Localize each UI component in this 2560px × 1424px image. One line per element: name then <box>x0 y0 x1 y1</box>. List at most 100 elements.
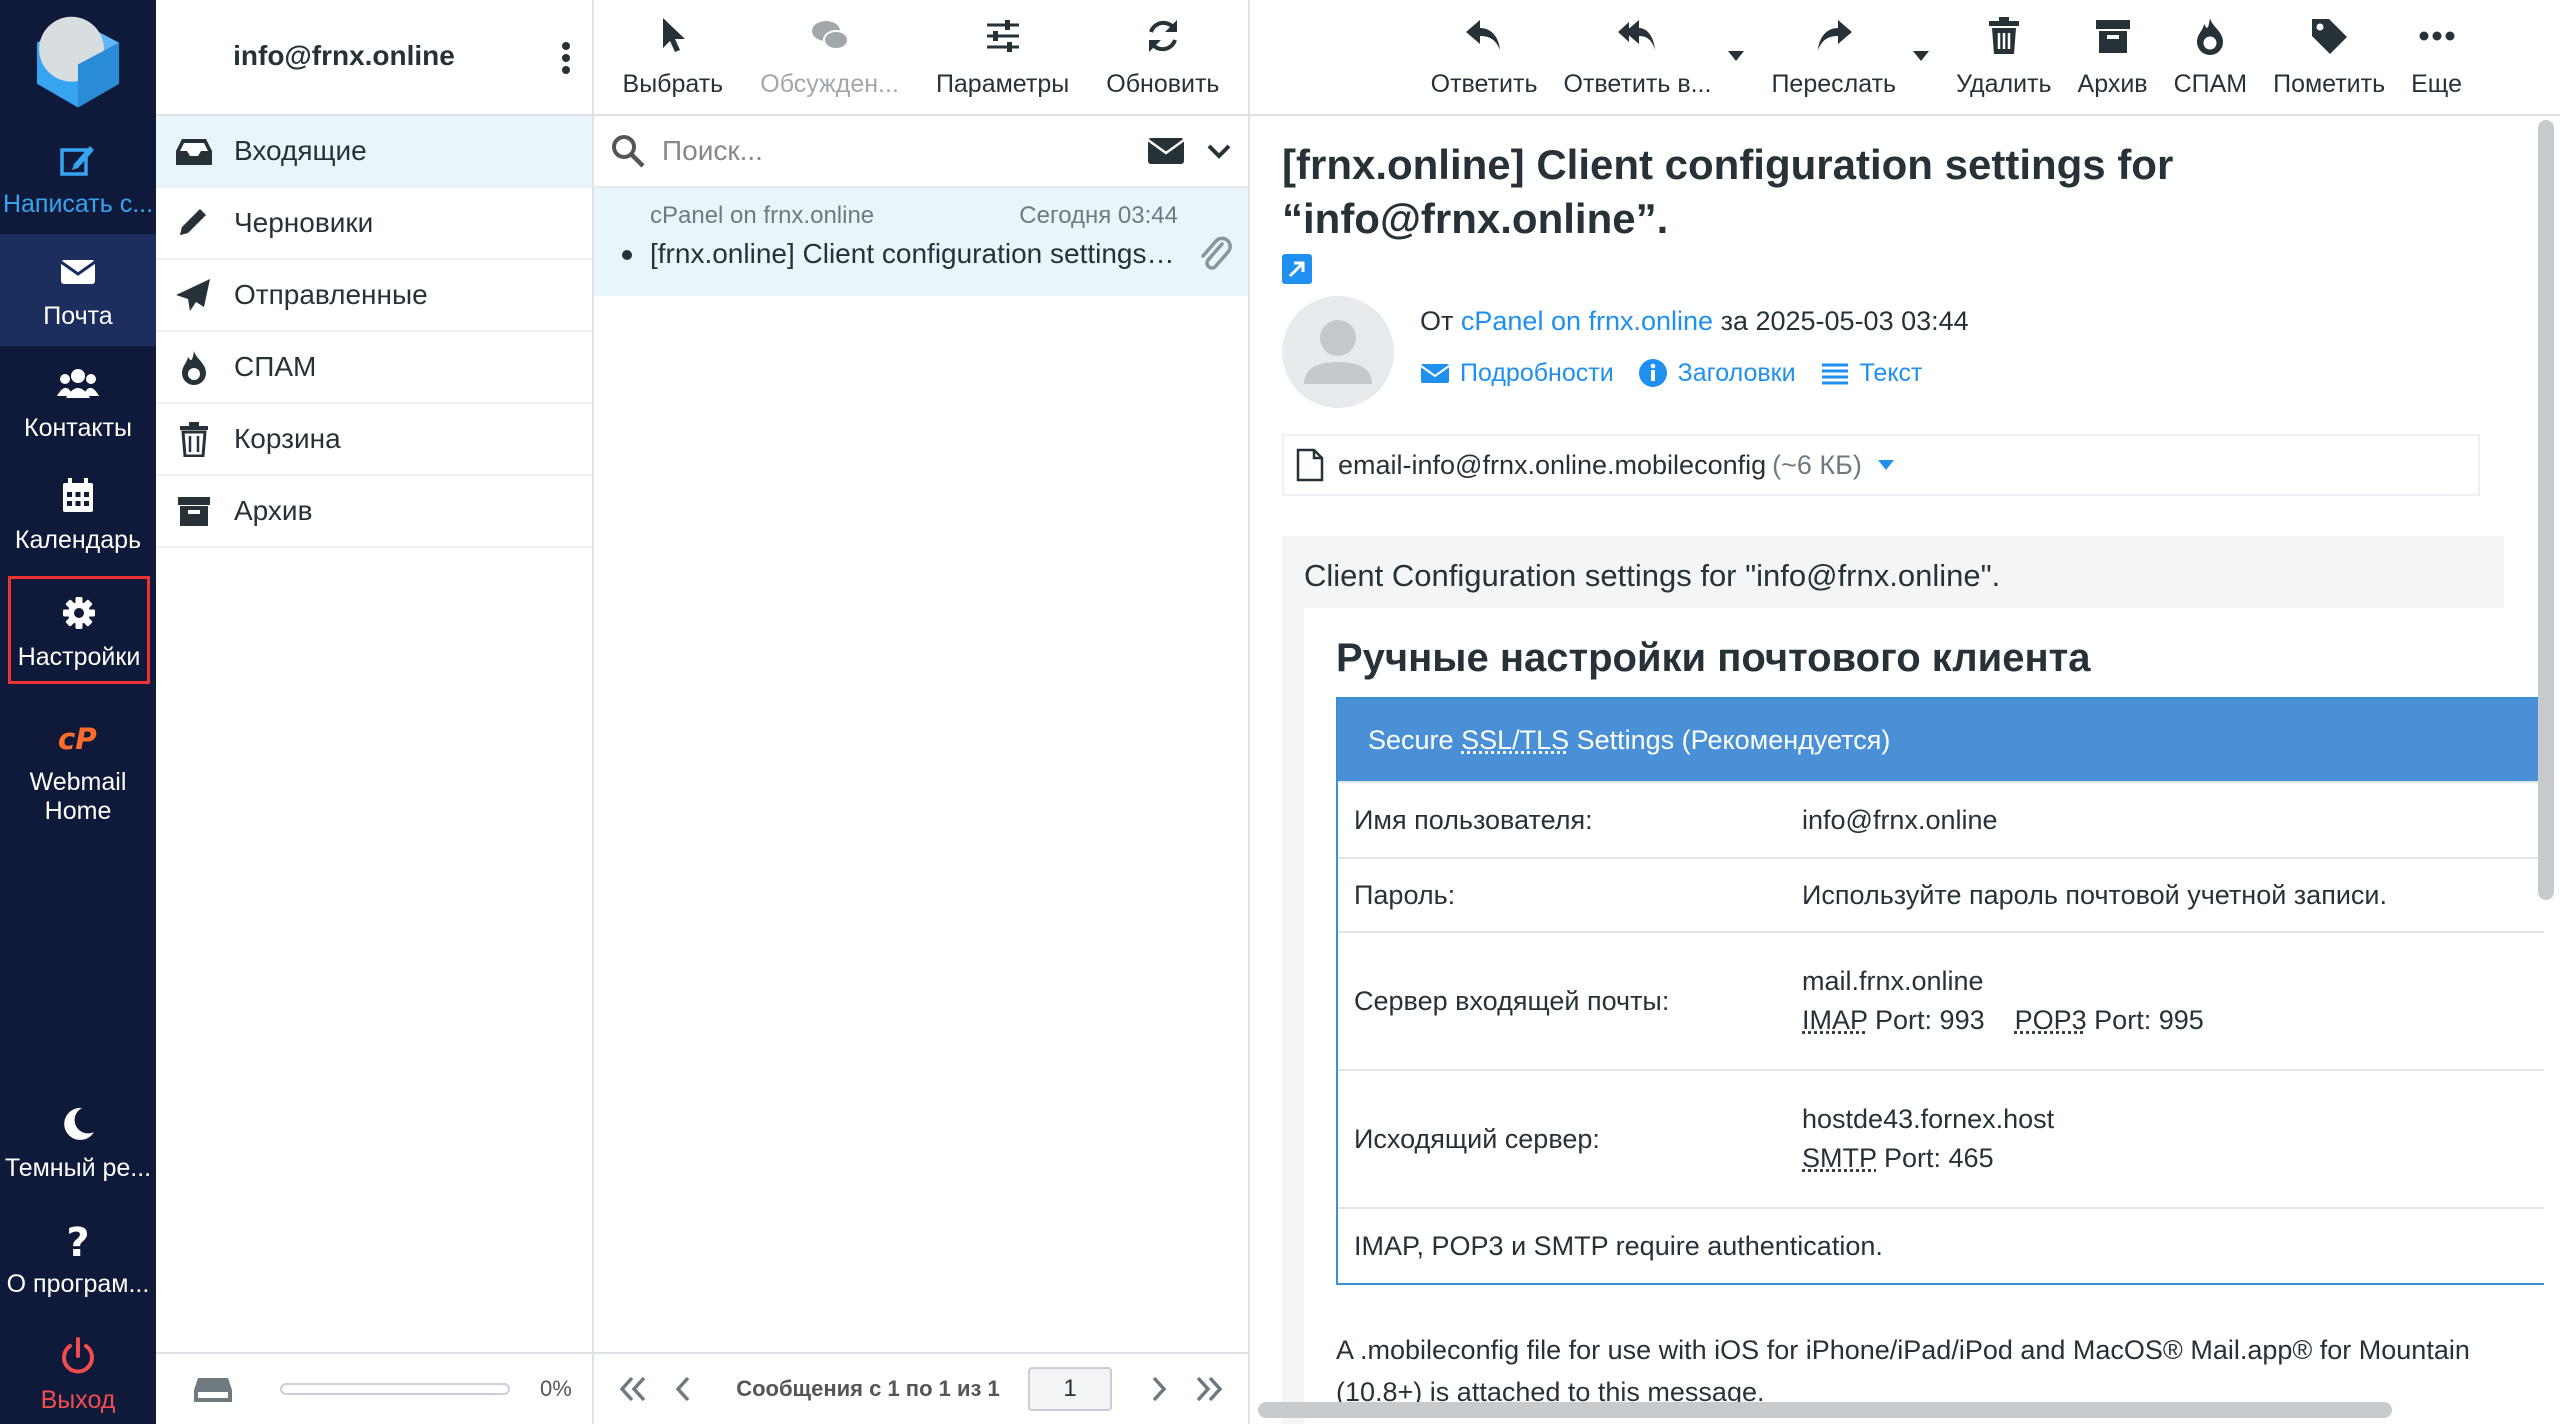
message-date: Сегодня 03:44 <box>1019 202 1178 230</box>
message-header: От cPanel on frnx.online за 2025-05-03 0… <box>1282 296 2504 434</box>
more-button[interactable]: Еще <box>2411 0 2462 114</box>
folder-label: Корзина <box>234 423 341 455</box>
horizontal-scrollbar[interactable] <box>1258 1402 2392 1418</box>
headers-label: Заголовки <box>1678 359 1796 388</box>
nav-about[interactable]: ? О програм... <box>0 1202 156 1314</box>
chevron-down-icon[interactable] <box>1206 138 1232 164</box>
quota-value: 0% <box>540 1376 572 1402</box>
table-row: Пароль: Используйте пароль почтовой учет… <box>1338 857 2544 931</box>
folder-sent[interactable]: Отправленные <box>156 260 592 332</box>
nav-calendar[interactable]: Календарь <box>0 458 156 570</box>
kebab-menu-icon[interactable] <box>556 38 576 78</box>
reply-label: Ответить <box>1431 70 1538 99</box>
search-icon <box>610 133 646 169</box>
headers-link[interactable]: Заголовки <box>1638 358 1796 388</box>
first-page-icon[interactable] <box>616 1374 650 1404</box>
account-name: info@frnx.online <box>156 40 532 72</box>
tag-icon <box>2309 16 2349 56</box>
sender-link[interactable]: cPanel on frnx.online <box>1461 306 1713 336</box>
nav-contacts[interactable]: Контакты <box>0 346 156 458</box>
forward-icon <box>1814 16 1854 56</box>
message-content: [frnx.online] Client configuration setti… <box>1250 116 2532 1394</box>
search-bar[interactable]: Поиск... <box>594 116 1248 188</box>
external-link-icon[interactable] <box>1282 254 1312 284</box>
nav-mail[interactable]: Почта <box>0 234 156 346</box>
dark-mode-toggle[interactable]: Темный ре... <box>0 1086 156 1198</box>
gear-icon <box>57 593 101 633</box>
archive-icon <box>2093 16 2133 56</box>
select-button[interactable]: Выбрать <box>623 0 724 114</box>
delete-button[interactable]: Удалить <box>1956 0 2051 114</box>
search-input[interactable]: Поиск... <box>662 135 763 167</box>
pencil-icon <box>174 205 214 241</box>
question-icon: ? <box>56 1220 100 1260</box>
envelope-icon[interactable] <box>1146 136 1186 166</box>
refresh-button[interactable]: Обновить <box>1106 0 1219 114</box>
pop3-port: Port: 995 <box>2087 1005 2204 1035</box>
reply-all-button[interactable]: Ответить в... <box>1564 0 1712 114</box>
header-links: Подробности Заголовки Текст <box>1420 358 1923 388</box>
logout-button[interactable]: Выход <box>0 1318 156 1424</box>
vertical-scrollbar[interactable] <box>2538 120 2554 900</box>
reply-button[interactable]: Ответить <box>1431 0 1538 114</box>
threads-label: Обсужден... <box>760 70 899 99</box>
message-reader: Ответить Ответить в... Переслать Удалить… <box>1250 0 2560 1424</box>
smtp-port: Port: 465 <box>1877 1143 1994 1173</box>
mark-button[interactable]: Пометить <box>2273 0 2385 114</box>
next-page-icon[interactable] <box>1142 1374 1176 1404</box>
folder-label: Отправленные <box>234 279 428 311</box>
imap-port: Port: 993 <box>1868 1005 1985 1035</box>
caret-down-icon[interactable] <box>1876 458 1896 472</box>
plain-text-link[interactable]: Текст <box>1820 358 1923 388</box>
info-icon <box>1638 358 1668 388</box>
mark-label: Пометить <box>2273 70 2385 99</box>
folder-archive[interactable]: Архив <box>156 476 592 548</box>
dark-mode-label: Темный ре... <box>0 1154 156 1183</box>
power-icon <box>56 1336 100 1376</box>
caret-down-icon[interactable] <box>1912 50 1930 62</box>
roundcube-logo-icon[interactable] <box>24 6 132 114</box>
list-item[interactable]: cPanel on frnx.online Сегодня 03:44 [frn… <box>594 188 1248 296</box>
page-number-input[interactable]: 1 <box>1028 1367 1112 1411</box>
details-link[interactable]: Подробности <box>1420 358 1614 388</box>
password-label: Пароль: <box>1338 859 1802 931</box>
last-page-icon[interactable] <box>1192 1374 1226 1404</box>
folder-trash[interactable]: Корзина <box>156 404 592 476</box>
users-icon <box>56 364 100 404</box>
list-toolbar: Выбрать Обсужден... Параметры Обновить <box>594 0 1248 116</box>
folder-label: СПАМ <box>234 351 316 383</box>
table-row: Имя пользователя: info@frnx.online <box>1338 781 2544 857</box>
forward-button[interactable]: Переслать <box>1771 0 1896 114</box>
pagination: Сообщения с 1 по 1 из 1 1 <box>594 1352 1248 1424</box>
folder-inbox[interactable]: Входящие <box>156 116 592 188</box>
refresh-icon <box>1143 16 1183 56</box>
compose-label: Написать с... <box>0 190 156 219</box>
calendar-icon <box>56 476 100 516</box>
list-options-button[interactable]: Параметры <box>936 0 1069 114</box>
contacts-label: Контакты <box>0 414 156 443</box>
folder-spam[interactable]: СПАМ <box>156 332 592 404</box>
folder-label: Черновики <box>234 207 373 239</box>
prev-page-icon[interactable] <box>666 1374 700 1404</box>
spam-button[interactable]: СПАМ <box>2174 0 2248 114</box>
message-from: cPanel on frnx.online <box>650 202 874 230</box>
compose-button[interactable]: Написать с... <box>0 122 156 234</box>
outgoing-server-host: hostde43.fornex.host <box>1802 1104 2544 1135</box>
nav-settings[interactable]: Настройки <box>8 576 150 684</box>
mail-label: Почта <box>0 302 156 331</box>
settings-table: Secure SSL/TLS Settings (Рекомендуется) … <box>1336 697 2544 1285</box>
delete-label: Удалить <box>1956 70 2051 99</box>
incoming-server-host: mail.frnx.online <box>1802 966 2544 997</box>
nav-webmail-home[interactable]: cP Webmail Home <box>0 700 156 840</box>
threads-button[interactable]: Обсужден... <box>760 0 899 114</box>
folder-drafts[interactable]: Черновики <box>156 188 592 260</box>
reply-all-icon <box>1617 16 1657 56</box>
attachment-item[interactable]: email-info@frnx.online.mobileconfig (~6 … <box>1282 434 2480 496</box>
table-header-text: Settings (Рекомендуется) <box>1569 725 1890 755</box>
ssl-abbr: SSL/TLS <box>1461 725 1569 755</box>
table-row: Исходящий сервер: hostde43.fornex.host S… <box>1338 1069 2544 1207</box>
webmail-home-label: Webmail Home <box>0 768 156 826</box>
calendar-label: Календарь <box>0 526 156 555</box>
archive-button[interactable]: Архив <box>2078 0 2148 114</box>
caret-down-icon[interactable] <box>1727 50 1745 62</box>
